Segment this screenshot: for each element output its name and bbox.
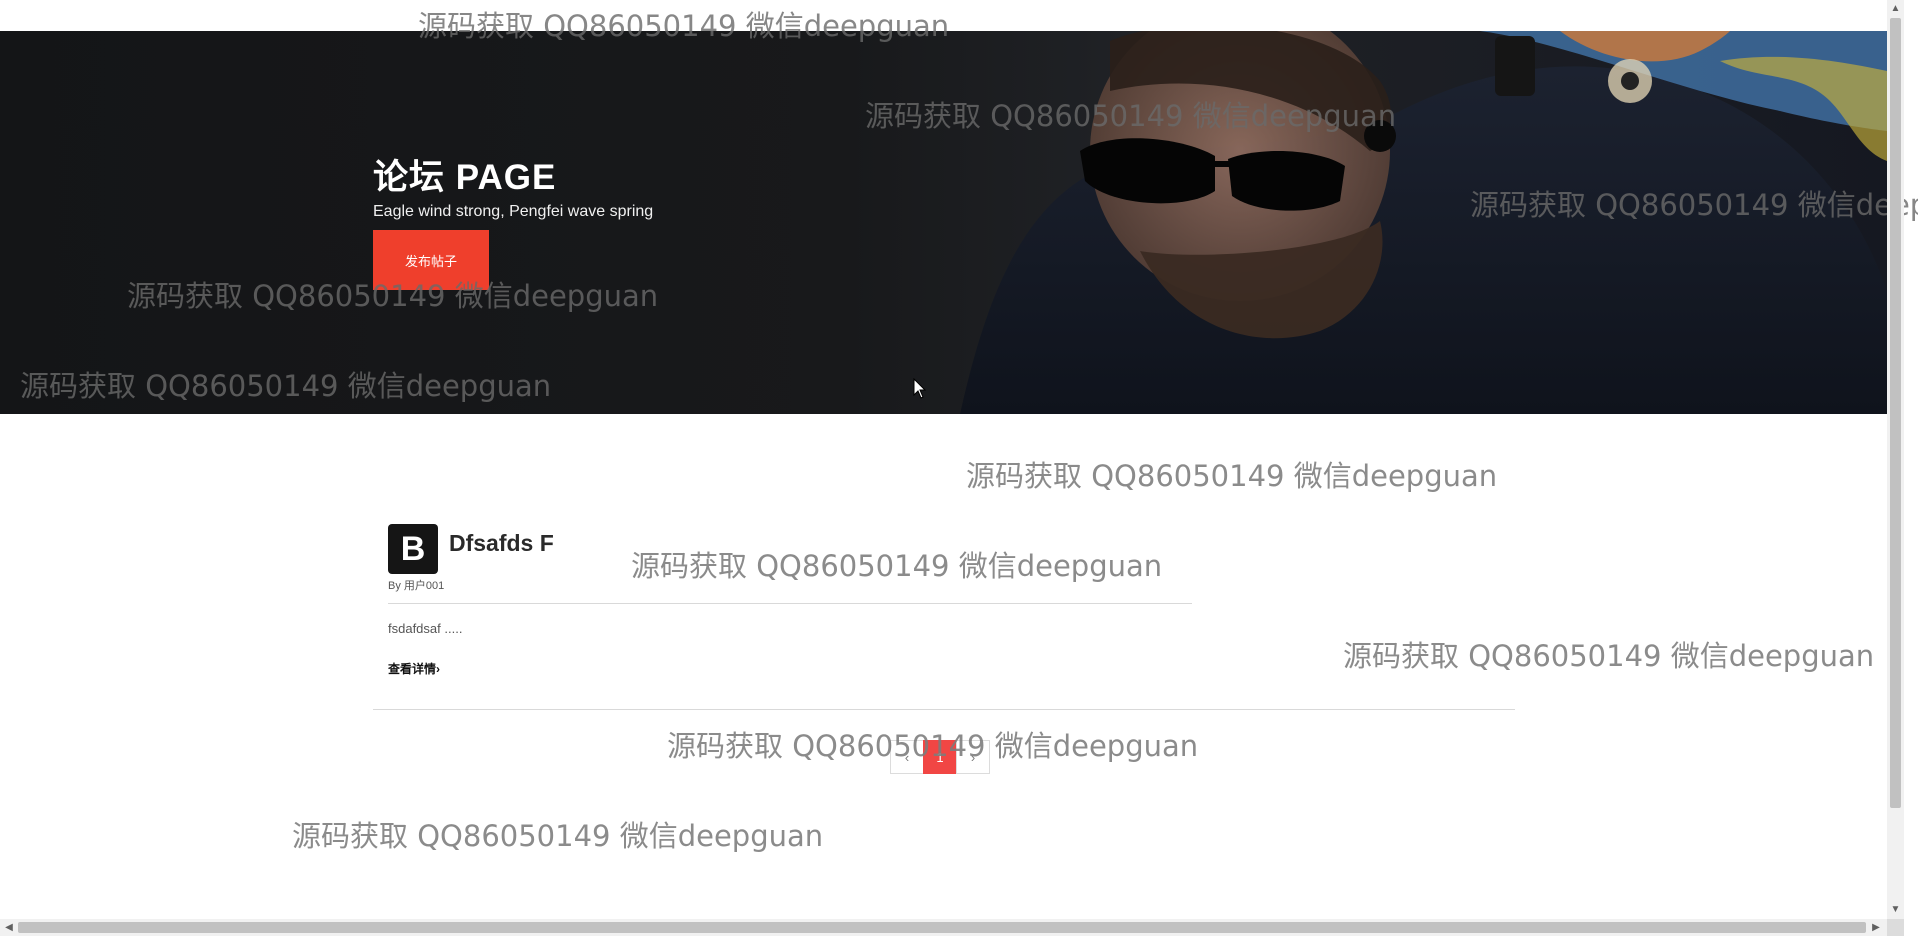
mouse-cursor-icon xyxy=(913,378,927,399)
horizontal-scroll-thumb[interactable] xyxy=(18,922,1866,933)
publish-post-button[interactable]: 发布帖子 xyxy=(373,230,489,290)
vertical-scrollbar[interactable]: ▲ ▼ xyxy=(1887,0,1904,919)
horizontal-scrollbar[interactable]: ◀ ▶ xyxy=(0,919,1904,936)
pagination-next-button[interactable]: › xyxy=(956,740,990,774)
chevron-left-icon: ‹ xyxy=(904,749,910,765)
view-details-label: 查看详情 xyxy=(388,662,437,676)
watermark: 源码获取 QQ86050149 微信deepguan xyxy=(966,459,1498,493)
post-excerpt: fsdafdsaf ..... xyxy=(388,621,463,636)
chevron-right-icon: › xyxy=(970,749,976,765)
watermark: 源码获取 QQ86050149 微信deepguan xyxy=(292,819,824,853)
scroll-down-icon[interactable]: ▼ xyxy=(1887,904,1904,916)
chevron-right-icon: › xyxy=(436,662,441,676)
hero-banner: 论坛 PAGE Eagle wind strong, Pengfei wave … xyxy=(0,31,1887,414)
scroll-up-icon[interactable]: ▲ xyxy=(1887,3,1904,15)
hero-title: 论坛 PAGE xyxy=(373,158,557,197)
list-divider xyxy=(373,709,1515,710)
scroll-right-icon[interactable]: ▶ xyxy=(1870,921,1882,934)
pagination: ‹ 1 › xyxy=(890,740,990,774)
pagination-prev-button[interactable]: ‹ xyxy=(890,740,924,774)
post-author: By 用户001 xyxy=(388,580,445,592)
top-header-bar xyxy=(0,0,1887,31)
post-divider xyxy=(388,603,1192,604)
vertical-scroll-thumb[interactable] xyxy=(1890,18,1901,808)
watermark: 源码获取 QQ86050149 微信deepguan xyxy=(631,549,1163,583)
hero-background-photo xyxy=(960,31,1887,414)
view-details-link[interactable]: 查看详情› xyxy=(388,660,440,677)
post-avatar: B xyxy=(388,524,438,574)
watermark: 源码获取 QQ86050149 微信deepguan xyxy=(1343,639,1875,673)
scrollbar-corner xyxy=(1887,919,1904,936)
hero-subtitle: Eagle wind strong, Pengfei wave spring xyxy=(373,203,654,220)
pagination-page-1[interactable]: 1 xyxy=(923,740,957,774)
scroll-left-icon[interactable]: ◀ xyxy=(3,921,15,934)
post-title-link[interactable]: Dfsafds F xyxy=(449,530,554,557)
